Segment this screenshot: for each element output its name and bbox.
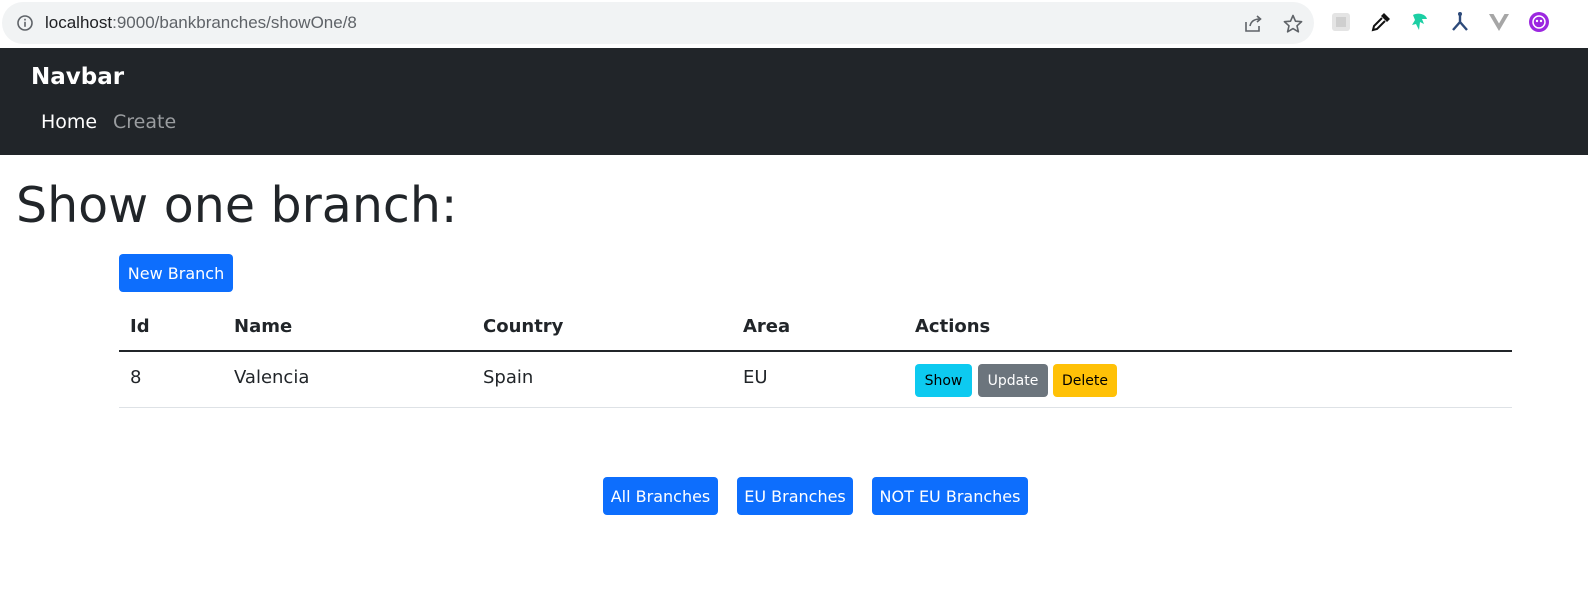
extension-icon[interactable] <box>1329 10 1353 34</box>
page-title: Show one branch: <box>16 177 458 234</box>
nav-link-home[interactable]: Home <box>41 110 97 134</box>
cell-country: Spain <box>483 367 534 388</box>
branch-extension-icon[interactable] <box>1448 10 1472 34</box>
url-text[interactable]: localhost:9000/bankbranches/showOne/8 <box>45 13 357 33</box>
url-path: :9000/bankbranches/showOne/8 <box>112 13 357 32</box>
address-bar[interactable]: localhost:9000/bankbranches/showOne/8 <box>2 2 1314 44</box>
header-country: Country <box>483 316 564 337</box>
dragon-extension-icon[interactable] <box>1408 10 1432 34</box>
header-actions: Actions <box>915 316 991 337</box>
vue-devtools-icon[interactable] <box>1487 10 1511 34</box>
nav-link-create[interactable]: Create <box>113 110 176 134</box>
header-name: Name <box>234 316 293 337</box>
header-id: Id <box>130 316 150 337</box>
eyedropper-icon[interactable] <box>1369 10 1393 34</box>
header-area: Area <box>743 316 791 337</box>
browser-toolbar: localhost:9000/bankbranches/showOne/8 <box>0 0 1588 48</box>
profile-avatar-icon[interactable] <box>1527 10 1551 34</box>
not-eu-branches-button[interactable]: NOT EU Branches <box>872 477 1028 515</box>
navbar-brand[interactable]: Navbar <box>31 64 124 90</box>
url-host: localhost <box>45 13 113 32</box>
navbar: Navbar Home Create <box>0 48 1588 155</box>
cell-name: Valencia <box>234 367 310 388</box>
new-branch-button[interactable]: New Branch <box>119 254 233 292</box>
share-icon[interactable] <box>1242 13 1264 35</box>
table-header: Id Name Country Area Actions <box>119 304 1512 352</box>
info-icon[interactable] <box>16 14 34 32</box>
cell-area: EU <box>743 367 768 388</box>
cell-id: 8 <box>130 367 142 388</box>
eu-branches-button[interactable]: EU Branches <box>737 477 853 515</box>
delete-button[interactable]: Delete <box>1053 364 1117 397</box>
star-icon[interactable] <box>1282 13 1304 35</box>
table-row: 8 Valencia Spain EU Show Update Delete <box>119 352 1512 408</box>
show-button[interactable]: Show <box>915 364 972 397</box>
all-branches-button[interactable]: All Branches <box>603 477 718 515</box>
branches-table: Id Name Country Area Actions 8 Valencia … <box>119 304 1512 408</box>
update-button[interactable]: Update <box>978 364 1048 397</box>
